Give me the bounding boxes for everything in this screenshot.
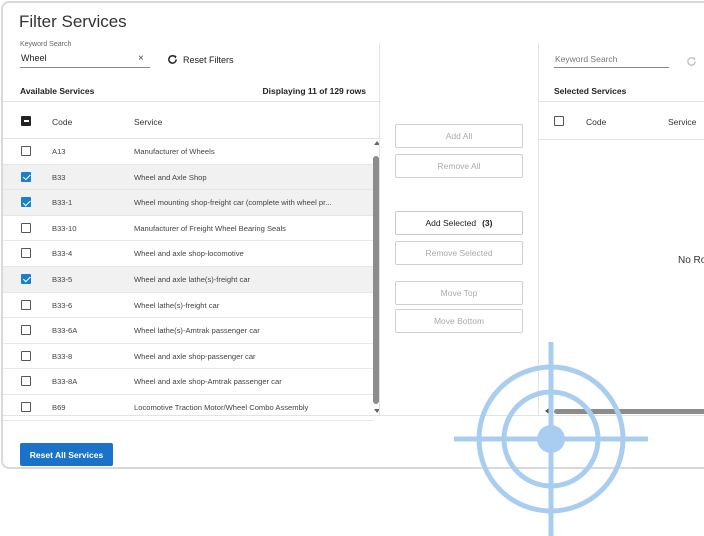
empty-state-text: No Ro xyxy=(678,255,704,266)
add-selected-label: Add Selected xyxy=(425,218,477,228)
refresh-icon xyxy=(168,55,177,64)
row-checkbox[interactable] xyxy=(21,299,31,310)
selected-keyword-search-input[interactable]: Keyword Search xyxy=(554,52,669,68)
table-row[interactable]: B33-6 Wheel lathe(s)-freight car xyxy=(3,293,373,319)
move-bottom-button[interactable]: Move Bottom xyxy=(395,309,523,333)
selected-select-all-checkbox[interactable] xyxy=(554,116,564,126)
row-service: Wheel mounting shop-freight car (complet… xyxy=(134,198,332,208)
reset-filters-button[interactable]: Reset Filters xyxy=(167,54,234,65)
keyword-search-value: Wheel xyxy=(21,53,47,63)
selected-services-title: Selected Services xyxy=(554,86,627,96)
table-header: Code Service xyxy=(3,102,381,139)
row-code: B33-1 xyxy=(52,198,73,208)
table-row[interactable]: B33-4 Wheel and axle shop-locomotive xyxy=(3,241,373,267)
row-checkbox[interactable] xyxy=(21,171,31,182)
reset-filters-label: Reset Filters xyxy=(183,54,234,65)
refresh-icon[interactable] xyxy=(686,56,697,67)
selected-keyword-placeholder: Keyword Search xyxy=(555,54,618,64)
column-header-service[interactable]: Service xyxy=(134,117,162,127)
row-code: B33 xyxy=(52,172,66,182)
row-count-label: Displaying 11 of 129 rows xyxy=(262,86,366,96)
row-service: Wheel and axle lathe(s)-freight car xyxy=(134,274,251,284)
row-service: Wheel lathe(s)-Amtrak passenger car xyxy=(134,326,260,336)
available-services-table: Code Service A13 Manufacturer of Wheels B3… xyxy=(3,101,381,421)
row-code: B33-6 xyxy=(52,300,73,310)
add-all-button[interactable]: Add All xyxy=(395,124,523,148)
row-checkbox[interactable] xyxy=(21,222,31,233)
crosshair-target-icon xyxy=(454,342,648,536)
row-checkbox[interactable] xyxy=(21,325,31,336)
table-row[interactable]: B33-5 Wheel and axle lathe(s)-freight car xyxy=(3,266,373,293)
row-service: Wheel and Axle Shop xyxy=(134,172,207,182)
row-service: Manufacturer of Wheels xyxy=(134,147,215,156)
row-code: A13 xyxy=(52,147,66,156)
row-checkbox[interactable] xyxy=(21,350,31,361)
table-row[interactable]: B33-8A Wheel and axle shop-Amtrak passeng… xyxy=(3,369,373,395)
table-body: A13 Manufacturer of Wheels B33 Wheel and Ax… xyxy=(3,139,373,421)
remove-selected-button[interactable]: Remove Selected xyxy=(395,241,523,265)
panel-divider xyxy=(379,43,380,416)
row-code: B33-8 xyxy=(52,351,73,361)
move-top-button[interactable]: Move Top xyxy=(395,281,523,305)
keyword-search-input[interactable]: Wheel xyxy=(20,52,150,68)
row-service: Locomotive Traction Motor/Wheel Combo As… xyxy=(134,402,309,412)
row-checkbox[interactable] xyxy=(21,376,31,387)
row-checkbox[interactable] xyxy=(21,197,31,208)
row-service: Wheel and axle shop-locomotive xyxy=(134,249,244,259)
row-code: B33-8A xyxy=(52,377,78,387)
table-row[interactable]: B33-1 Wheel mounting shop-freight car (co… xyxy=(3,190,373,216)
table-row[interactable]: B33-8 Wheel and axle shop-passenger car xyxy=(3,344,373,370)
row-code: B33-4 xyxy=(52,249,73,259)
keyword-search-label: Keyword Search xyxy=(20,41,72,48)
row-checkbox[interactable] xyxy=(21,401,31,412)
selected-count-badge: (3) xyxy=(482,218,493,228)
clear-icon[interactable]: × xyxy=(138,53,144,64)
selected-column-header-code[interactable]: Code xyxy=(586,117,606,127)
select-all-checkbox[interactable] xyxy=(21,116,31,126)
selected-table-header: Code Service xyxy=(539,101,704,140)
row-code: B33-5 xyxy=(52,274,73,284)
table-row[interactable]: B33-10 Manufacturer of Freight Wheel Bear… xyxy=(3,216,373,242)
table-row[interactable]: B69 Locomotive Traction Motor/Wheel Combo… xyxy=(3,395,373,421)
page-title: Filter Services xyxy=(19,12,127,31)
table-row[interactable]: B33-6A Wheel lathe(s)-Amtrak passenger ca… xyxy=(3,318,373,344)
row-code: B33-6A xyxy=(52,326,78,336)
row-checkbox[interactable] xyxy=(21,146,31,156)
row-code: B69 xyxy=(52,402,66,412)
available-services-title: Available Services xyxy=(20,86,95,96)
remove-all-button[interactable]: Remove All xyxy=(395,154,523,178)
column-header-code[interactable]: Code xyxy=(52,117,72,127)
table-row[interactable]: A13 Manufacturer of Wheels xyxy=(3,139,373,165)
table-row[interactable]: B33 Wheel and Axle Shop xyxy=(3,164,373,191)
row-service: Wheel and axle shop-passenger car xyxy=(134,351,256,361)
row-service: Wheel lathe(s)-freight car xyxy=(134,300,220,310)
row-service: Manufacturer of Freight Wheel Bearing Se… xyxy=(134,223,286,233)
row-checkbox[interactable] xyxy=(21,273,31,284)
row-code: B33-10 xyxy=(52,223,77,233)
selected-column-header-service[interactable]: Service xyxy=(668,117,696,127)
row-service: Wheel and axle shop-Amtrak passenger car xyxy=(134,377,282,387)
add-selected-button[interactable]: Add Selected (3) xyxy=(395,211,523,235)
reset-all-services-button[interactable]: Reset All Services xyxy=(20,443,113,466)
row-checkbox[interactable] xyxy=(21,248,31,259)
